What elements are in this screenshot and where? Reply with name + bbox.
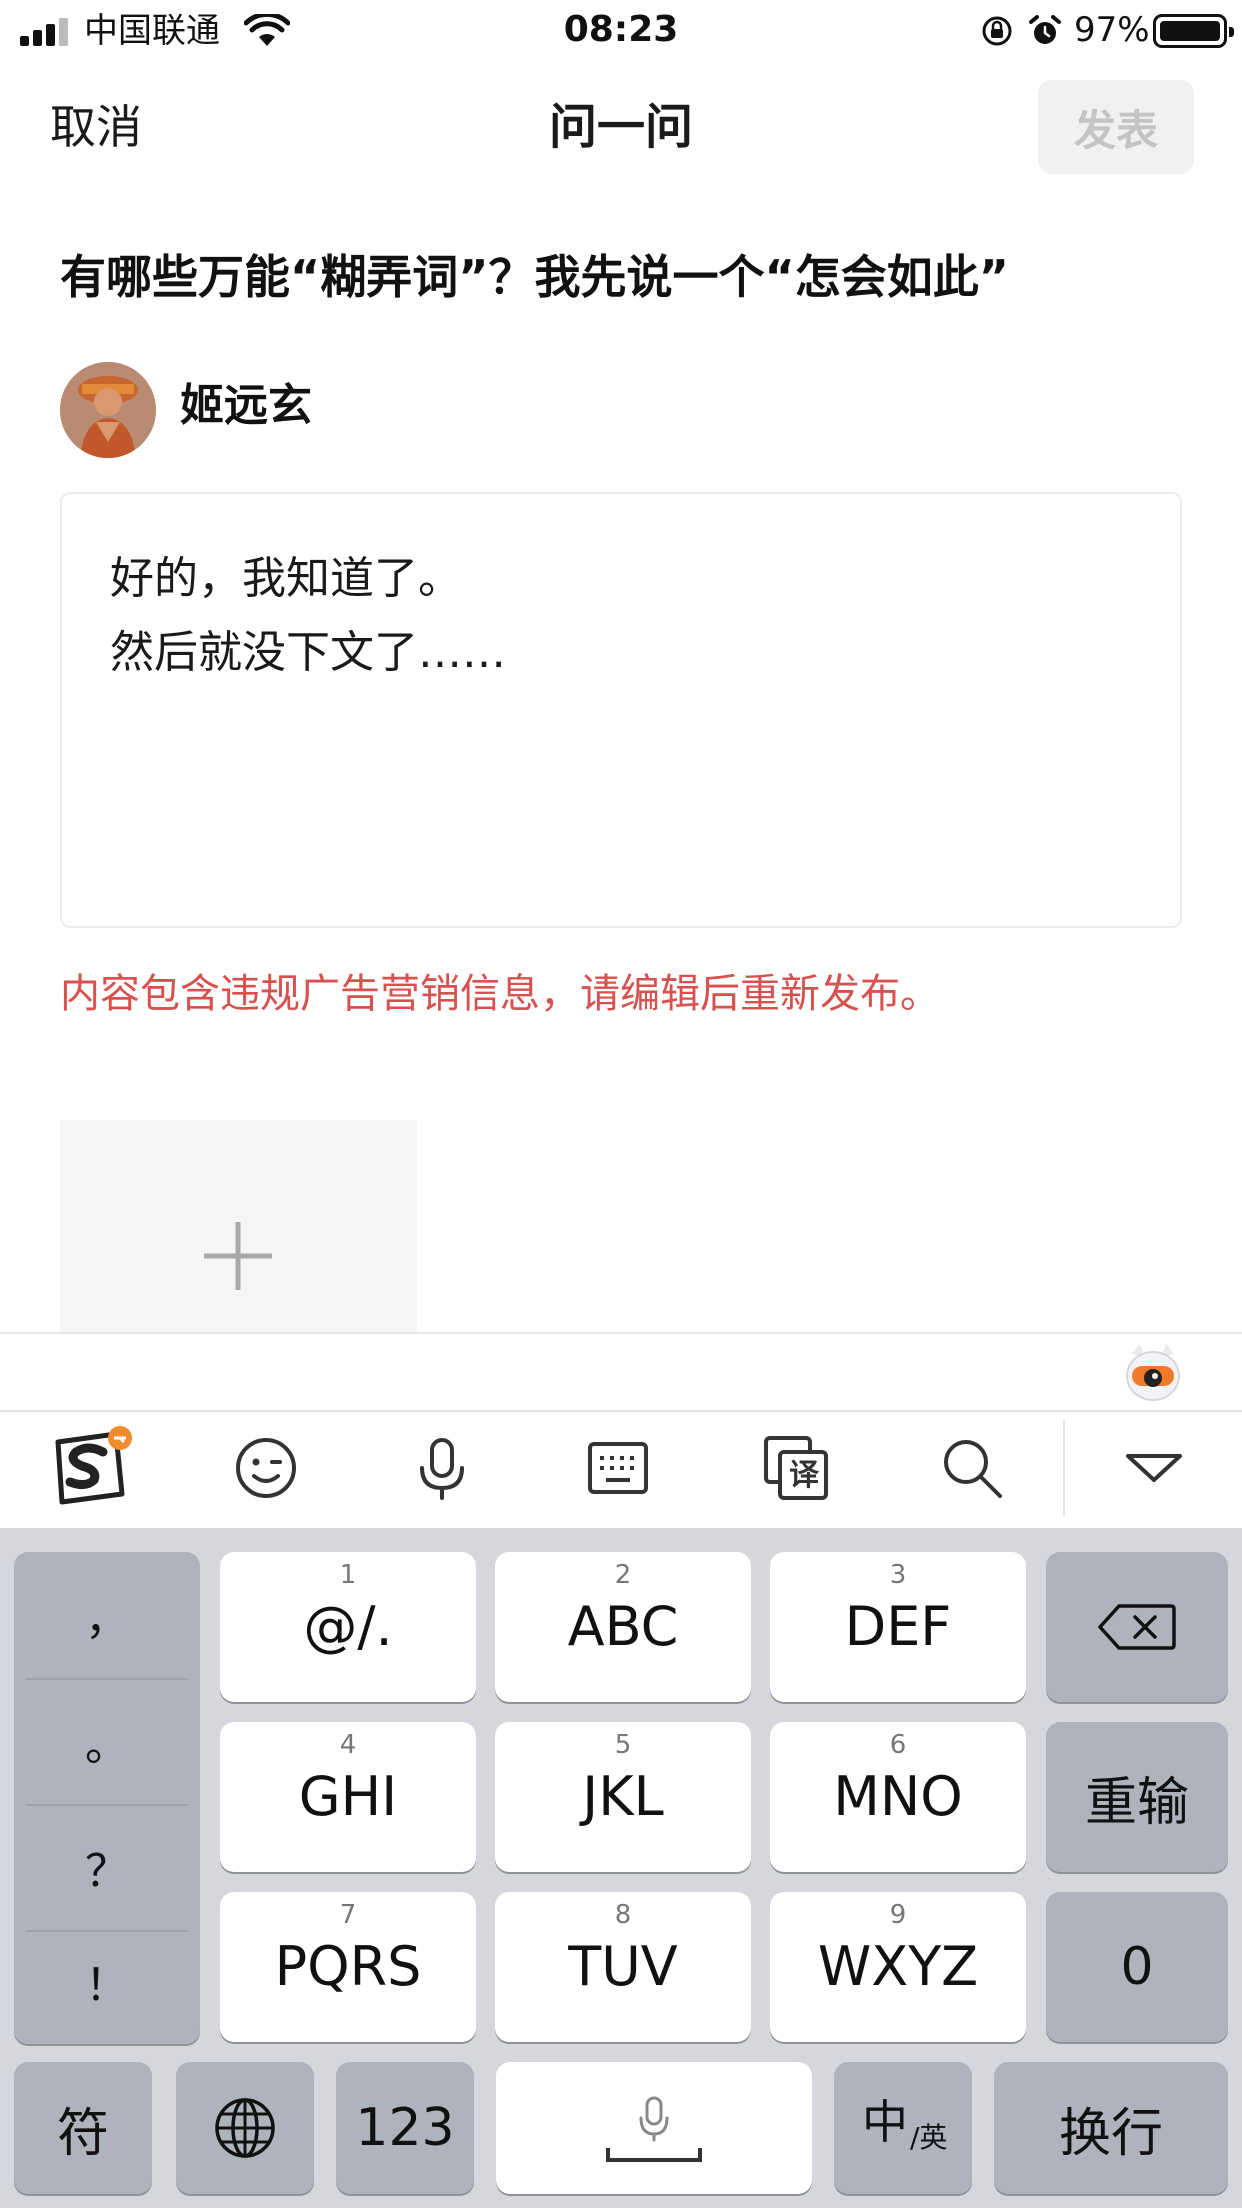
key-6[interactable]: 6 MNO	[770, 1722, 1026, 1872]
space-key[interactable]	[496, 2062, 812, 2194]
backspace-key[interactable]	[1046, 1552, 1228, 1702]
alarm-icon	[1029, 15, 1061, 44]
key-7[interactable]: 7 PQRS	[220, 1892, 476, 2042]
avatar-image	[60, 362, 156, 458]
violation-warning: 内容包含违规广告营销信息，请编辑后重新发布。	[60, 971, 940, 1017]
reenter-key[interactable]: 重输	[1046, 1722, 1228, 1872]
punct-key-question[interactable]: ？	[14, 1804, 200, 1930]
input-accessory-bar	[0, 1332, 1242, 1410]
key-5[interactable]: 5 JKL	[495, 1722, 751, 1872]
punct-key-comma[interactable]: ，	[14, 1552, 200, 1678]
publish-button[interactable]: 发表	[1038, 80, 1194, 174]
emoji-icon[interactable]	[228, 1430, 304, 1506]
answer-textarea[interactable]: 好的，我知道了。 然后就没下文了……	[60, 492, 1182, 928]
space-mic-icon	[606, 2096, 702, 2162]
keyboard-icon[interactable]	[580, 1430, 656, 1506]
punct-key-period[interactable]: 。	[14, 1678, 200, 1804]
search-icon[interactable]	[934, 1430, 1010, 1506]
add-image-button[interactable]	[60, 1120, 417, 1332]
battery-icon	[1153, 14, 1234, 48]
answer-line: 好的，我知道了。	[110, 553, 462, 604]
key-8[interactable]: 8 TUV	[495, 1892, 751, 2042]
backspace-icon	[1098, 1604, 1176, 1650]
battery-fill	[1160, 21, 1220, 41]
punct-key-exclaim[interactable]: ！	[14, 1918, 200, 2044]
language-toggle-key[interactable]: 中 /英	[834, 2062, 972, 2194]
key-4[interactable]: 4 GHI	[220, 1722, 476, 1872]
num-123-key[interactable]: 123	[336, 2062, 474, 2194]
translate-glyph: 译	[789, 1458, 819, 1493]
key-3[interactable]: 3 DEF	[770, 1552, 1026, 1702]
globe-icon	[215, 2098, 275, 2158]
rotation-lock-icon	[982, 16, 1012, 46]
toolbar-divider	[1063, 1420, 1065, 1516]
microphone-icon[interactable]	[404, 1430, 480, 1506]
translate-icon[interactable]: 译	[758, 1430, 834, 1506]
plus-icon	[204, 1222, 272, 1290]
avatar	[60, 362, 156, 458]
zero-key[interactable]: 0	[1046, 1892, 1228, 2042]
symbols-key[interactable]: 符	[14, 2062, 152, 2194]
key-1[interactable]: 1 @/.	[220, 1552, 476, 1702]
key-9[interactable]: 9 WXYZ	[770, 1892, 1026, 2042]
assistant-bot-icon[interactable]	[1124, 1340, 1182, 1404]
question-title: 有哪些万能“糊弄词”？我先说一个“怎会如此”	[60, 250, 1009, 304]
username: 姬远玄	[180, 380, 312, 431]
answer-line: 然后就没下文了……	[110, 627, 506, 678]
punctuation-column: ， 。 ？ ！	[14, 1552, 200, 2044]
lang-sub-label: /英	[910, 2121, 948, 2154]
newline-key[interactable]: 换行	[994, 2062, 1228, 2194]
sogou-logo-icon[interactable]	[48, 1424, 132, 1508]
globe-key[interactable]	[176, 2062, 314, 2194]
collapse-keyboard-icon[interactable]	[1116, 1430, 1192, 1506]
status-bar: 中国联通 08:23 97%	[0, 0, 1242, 62]
lang-main-label: 中	[862, 2095, 908, 2149]
battery-percent: 97%	[1074, 10, 1150, 50]
key-2[interactable]: 2 ABC	[495, 1552, 751, 1702]
